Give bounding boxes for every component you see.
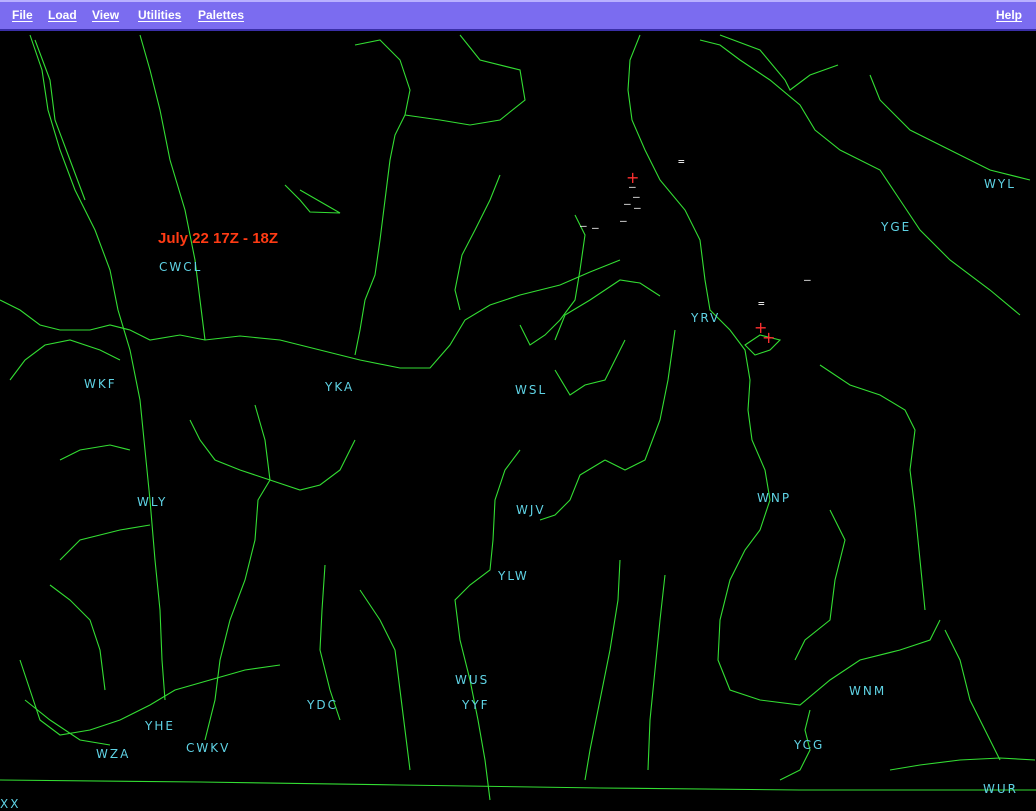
station-label: CWKV	[186, 741, 231, 755]
station-label: YCG	[794, 738, 825, 752]
negative-strike-icon: =	[758, 297, 765, 310]
station-label: WLY	[137, 495, 168, 509]
negative-strike-icon: –	[592, 221, 599, 234]
menu-load[interactable]: Load	[48, 8, 77, 22]
menu-help[interactable]: Help	[996, 8, 1022, 22]
negative-strike-icon: –	[580, 219, 587, 232]
menu-file[interactable]: File	[12, 8, 33, 22]
menu-view[interactable]: View	[92, 8, 119, 22]
station-label: YGE	[881, 220, 912, 234]
menu-bar: File Load View Utilities Palettes Help	[0, 0, 1036, 31]
station-label: YHE	[145, 719, 175, 733]
positive-strike-icon: +	[762, 328, 776, 347]
station-label: YDC	[307, 698, 338, 712]
station-label: WNP	[757, 491, 792, 505]
station-label: WNM	[849, 684, 887, 698]
station-label: YKA	[325, 380, 355, 394]
station-label: YRV	[691, 311, 721, 325]
station-label: WKF	[84, 377, 117, 391]
station-label: CWCL	[159, 260, 203, 274]
negative-strike-icon: –	[620, 214, 627, 227]
time-range-title: July 22 17Z - 18Z	[158, 230, 279, 247]
map-canvas[interactable]: July 22 17Z - 18Z CWCL WKF YKA WSL YRV Y…	[0, 31, 1036, 811]
menu-palettes[interactable]: Palettes	[198, 8, 244, 22]
negative-strike-icon: –	[804, 273, 811, 286]
negative-strike-icon: =	[678, 155, 685, 168]
negative-strike-icon: –	[624, 197, 631, 210]
station-label: YLW	[498, 569, 529, 583]
station-label: XX	[0, 797, 21, 811]
station-label: WUS	[455, 673, 490, 687]
station-label: WUR	[983, 782, 1018, 796]
station-label: YYF	[462, 698, 490, 712]
menu-utilities[interactable]: Utilities	[138, 8, 181, 22]
station-label: WYL	[984, 177, 1016, 191]
station-label: WZA	[96, 747, 131, 761]
negative-strike-icon: –	[634, 201, 641, 214]
station-label: WJV	[516, 503, 546, 517]
station-label: WSL	[515, 383, 548, 397]
